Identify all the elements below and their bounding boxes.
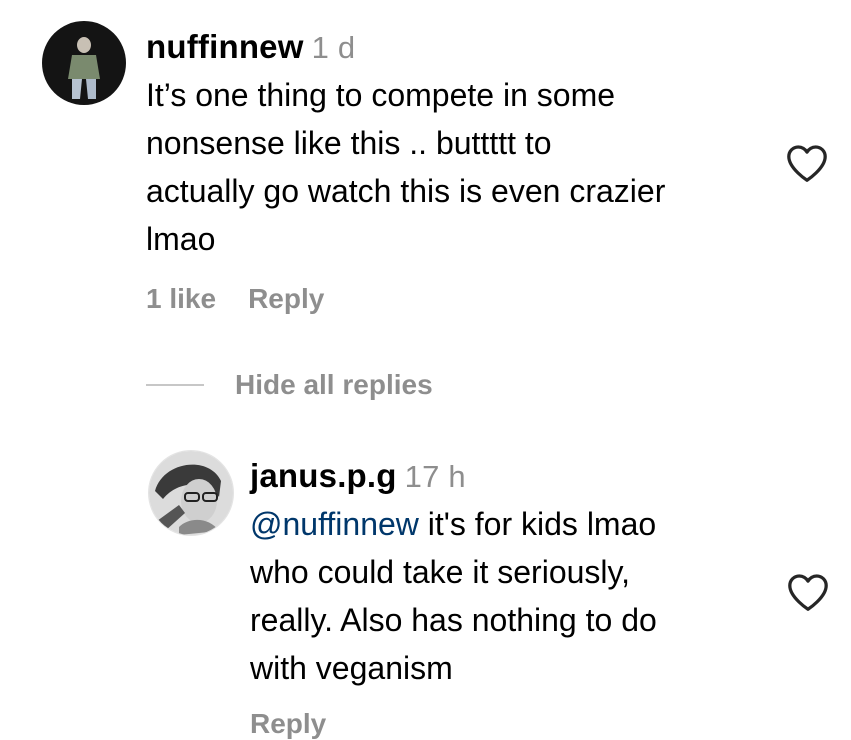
mention-link[interactable]: @nuffinnew [250, 506, 419, 542]
reply-line: with veganism [250, 650, 453, 686]
like-count[interactable]: 1 like [146, 283, 216, 314]
replies-divider [146, 384, 204, 386]
like-heart-icon[interactable] [786, 572, 830, 612]
reply-timestamp: 17 h [404, 459, 466, 494]
reply-line: @nuffinnew it's for kids lmao [250, 500, 657, 548]
reply-meta: Reply [250, 708, 358, 740]
hide-replies-button[interactable]: Hide all replies [235, 369, 433, 401]
reply-line-text: it's for kids lmao [418, 506, 657, 542]
comment-line: It’s one thing to compete in some [146, 77, 616, 113]
comment-timestamp: 1 d [311, 30, 356, 65]
comment-line: actually go watch this is even crazier [146, 173, 666, 209]
reply-line: who could take it seriously, [250, 554, 631, 590]
like-heart-icon[interactable] [785, 143, 829, 183]
username-text[interactable]: nuffinnew [146, 28, 304, 65]
comment-username[interactable]: nuffinnew 1 d [146, 28, 355, 66]
comment-meta: 1 like Reply [146, 283, 356, 315]
username-text[interactable]: janus.p.g [250, 457, 397, 494]
comment-line: lmao [146, 221, 216, 257]
reply-username[interactable]: janus.p.g 17 h [250, 457, 466, 495]
comment-text: It’s one thing to compete in some nonsen… [146, 71, 665, 263]
comment-line: nonsense like this .. buttttt to [146, 125, 552, 161]
reply-line: really. Also has nothing to do [250, 602, 657, 638]
commenter-avatar[interactable] [42, 21, 126, 105]
reply-text: @nuffinnew it's for kids lmao who could … [250, 500, 657, 692]
reply-avatar[interactable] [148, 450, 234, 536]
reply-button[interactable]: Reply [248, 283, 324, 314]
